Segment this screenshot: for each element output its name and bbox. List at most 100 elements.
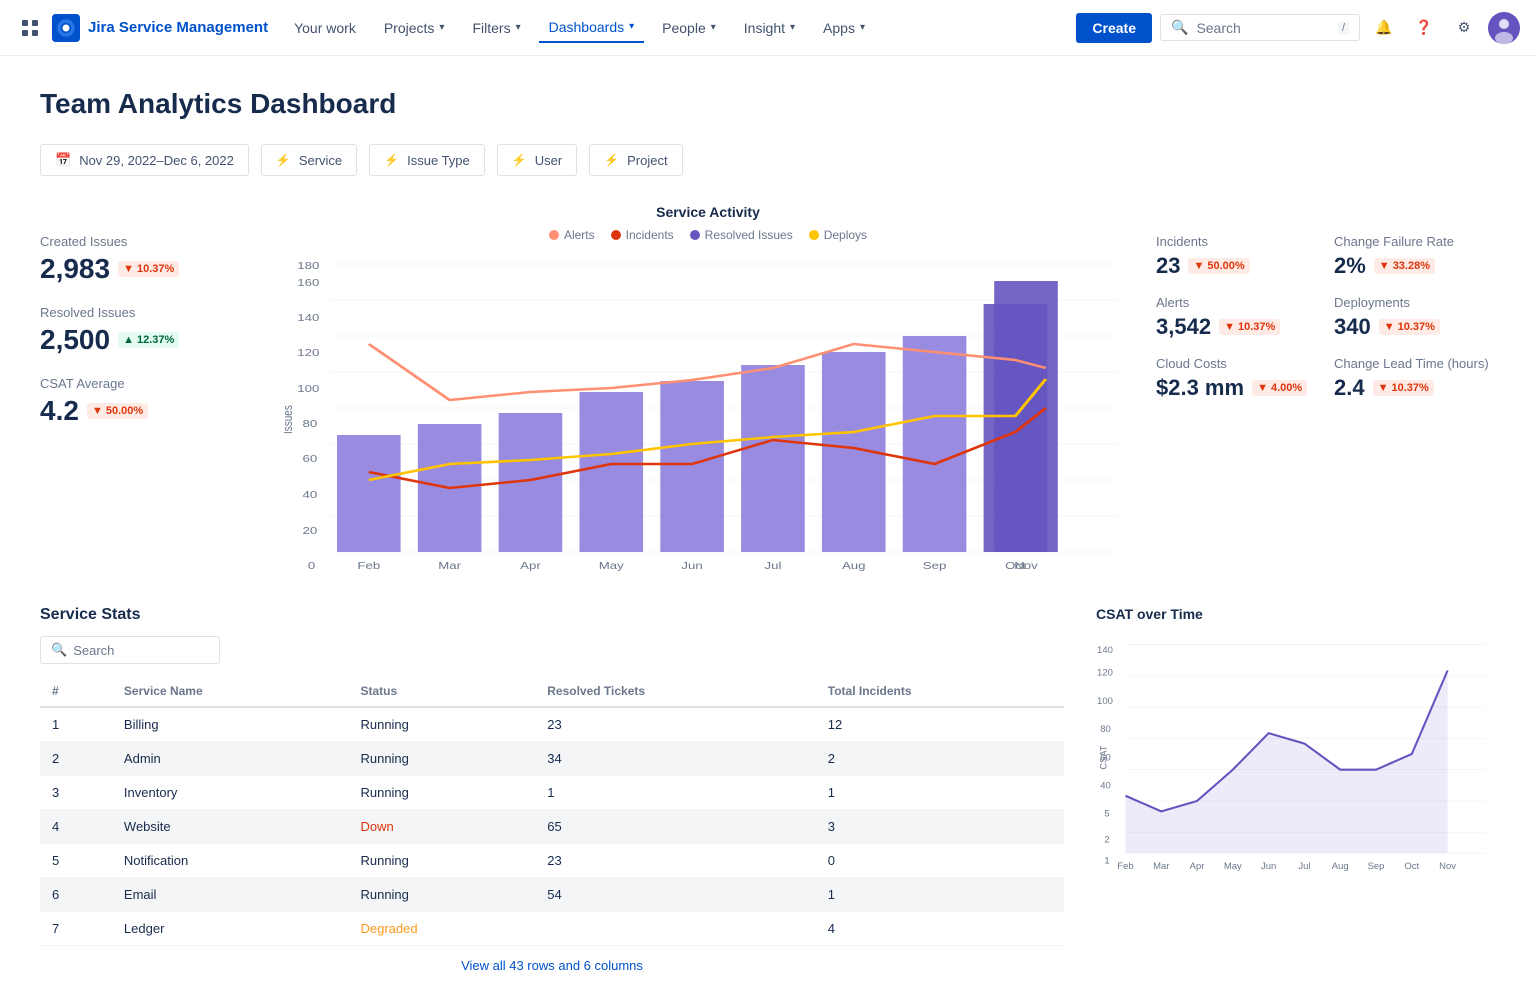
svg-text:2: 2 <box>1104 834 1109 845</box>
search-kbd: / <box>1338 21 1349 35</box>
user-filter[interactable]: ⚡ User <box>497 144 577 176</box>
chevron-down-icon: ▾ <box>860 22 865 33</box>
cell-service-name: Inventory <box>112 776 349 810</box>
issue-type-filter[interactable]: ⚡ Issue Type <box>369 144 485 176</box>
cell-total-incidents: 2 <box>816 742 1064 776</box>
grid-icon[interactable] <box>16 14 44 42</box>
cell-num: 3 <box>40 776 112 810</box>
legend-dot-deploys <box>809 230 819 240</box>
svg-text:80: 80 <box>1100 723 1111 734</box>
search-input[interactable]: 🔍 Search / <box>1160 14 1360 41</box>
settings-icon[interactable]: ⚙ <box>1448 12 1480 44</box>
nav-apps[interactable]: Apps ▾ <box>813 14 875 42</box>
svg-text:Nov: Nov <box>1439 860 1456 871</box>
down-icon: ▼ <box>1224 321 1235 333</box>
service-filter[interactable]: ⚡ Service <box>261 144 357 176</box>
chart-svg-area: 0 20 40 60 80 100 120 140 160 180 Issues <box>284 254 1132 574</box>
table-row[interactable]: 7 Ledger Degraded 4 <box>40 912 1064 946</box>
notifications-icon[interactable]: 🔔 <box>1368 12 1400 44</box>
svg-text:180: 180 <box>297 260 320 271</box>
chevron-down-icon: ▾ <box>516 22 521 33</box>
csat-chart-svg: 1 2 5 40 60 80 100 120 140 CSAT <box>1096 634 1496 874</box>
create-button[interactable]: Create <box>1076 13 1152 43</box>
table-row[interactable]: 6 Email Running 54 1 <box>40 878 1064 912</box>
col-service-name: Service Name <box>112 676 349 707</box>
bottom-section: Service Stats 🔍 Search # Service Name St… <box>40 606 1496 973</box>
table-row[interactable]: 1 Billing Running 23 12 <box>40 707 1064 742</box>
cell-num: 4 <box>40 810 112 844</box>
table-row[interactable]: 3 Inventory Running 1 1 <box>40 776 1064 810</box>
service-search-box[interactable]: 🔍 Search <box>40 636 220 664</box>
app-logo[interactable]: Jira Service Management <box>52 14 268 42</box>
cell-service-name: Ledger <box>112 912 349 946</box>
filter-icon: ⚡ <box>384 153 399 167</box>
nav-dashboards[interactable]: Dashboards ▾ <box>539 13 645 43</box>
table-row[interactable]: 4 Website Down 65 3 <box>40 810 1064 844</box>
cell-resolved-tickets: 23 <box>535 707 816 742</box>
table-row[interactable]: 5 Notification Running 23 0 <box>40 844 1064 878</box>
svg-text:Jul: Jul <box>1298 860 1310 871</box>
svg-text:Mar: Mar <box>1153 860 1169 871</box>
deployments-metric: Deployments 340 ▼ 10.37% <box>1334 295 1496 340</box>
created-issues-stat: Created Issues 2,983 ▼ 10.37% <box>40 234 260 285</box>
cell-status: Running <box>348 707 535 742</box>
alerts-badge: ▼ 10.37% <box>1219 319 1280 335</box>
cell-total-incidents: 4 <box>816 912 1064 946</box>
cell-total-incidents: 3 <box>816 810 1064 844</box>
filter-icon: ⚡ <box>276 153 291 167</box>
cell-status: Degraded <box>348 912 535 946</box>
view-all-button[interactable]: View all 43 rows and 6 columns <box>40 958 1064 973</box>
search-icon: 🔍 <box>51 642 67 658</box>
svg-text:May: May <box>599 560 624 571</box>
cell-resolved-tickets <box>535 912 816 946</box>
nav-insight[interactable]: Insight ▾ <box>734 14 805 42</box>
nav-filters[interactable]: Filters ▾ <box>462 14 530 42</box>
svg-text:Sep: Sep <box>923 560 947 571</box>
change-failure-rate-label: Change Failure Rate <box>1334 234 1496 249</box>
calendar-icon: 📅 <box>55 152 71 168</box>
cell-num: 7 <box>40 912 112 946</box>
cell-status: Running <box>348 776 535 810</box>
help-icon[interactable]: ❓ <box>1408 12 1440 44</box>
project-filter[interactable]: ⚡ Project <box>589 144 682 176</box>
svg-text:120: 120 <box>1097 667 1113 678</box>
filter-icon: ⚡ <box>604 153 619 167</box>
nav-your-work[interactable]: Your work <box>284 14 366 42</box>
created-issues-label: Created Issues <box>40 234 260 249</box>
svg-text:Nov: Nov <box>1014 560 1038 571</box>
bar-jun <box>660 381 724 552</box>
svg-text:CSAT: CSAT <box>1097 745 1108 770</box>
table-row[interactable]: 2 Admin Running 34 2 <box>40 742 1064 776</box>
down-icon: ▼ <box>1384 321 1395 333</box>
svg-text:Apr: Apr <box>1190 860 1205 871</box>
svg-text:Aug: Aug <box>1332 860 1349 871</box>
up-arrow-icon: ▲ <box>123 334 134 346</box>
nav-projects[interactable]: Projects ▾ <box>374 14 455 42</box>
legend-dot-resolved <box>690 230 700 240</box>
incidents-metric: Incidents 23 ▼ 50.00% <box>1156 234 1318 279</box>
change-failure-rate-metric: Change Failure Rate 2% ▼ 33.28% <box>1334 234 1496 279</box>
cell-num: 2 <box>40 742 112 776</box>
change-lead-time-label: Change Lead Time (hours) <box>1334 356 1496 371</box>
svg-text:100: 100 <box>297 383 320 394</box>
svg-text:Issues: Issues <box>284 405 295 434</box>
chevron-down-icon: ▾ <box>629 21 634 32</box>
chevron-down-icon: ▾ <box>439 22 444 33</box>
csat-section: CSAT over Time 1 2 5 40 60 80 100 120 14… <box>1096 606 1496 973</box>
cell-resolved-tickets: 54 <box>535 878 816 912</box>
bar-sep <box>903 336 967 552</box>
navbar: Jira Service Management Your work Projec… <box>0 0 1536 56</box>
svg-text:Oct: Oct <box>1404 860 1419 871</box>
avatar[interactable] <box>1488 12 1520 44</box>
nav-people[interactable]: People ▾ <box>652 14 726 42</box>
cell-total-incidents: 1 <box>816 776 1064 810</box>
date-filter[interactable]: 📅 Nov 29, 2022–Dec 6, 2022 <box>40 144 249 176</box>
main-content: Team Analytics Dashboard 📅 Nov 29, 2022–… <box>0 56 1536 1005</box>
svg-text:1: 1 <box>1104 855 1109 866</box>
csat-chart-title: CSAT over Time <box>1096 606 1496 622</box>
bar-chart-svg: 0 20 40 60 80 100 120 140 160 180 Issues <box>284 254 1132 574</box>
page-title: Team Analytics Dashboard <box>40 88 1496 120</box>
legend-alerts: Alerts <box>549 228 595 242</box>
col-status: Status <box>348 676 535 707</box>
bar-feb <box>337 435 401 552</box>
